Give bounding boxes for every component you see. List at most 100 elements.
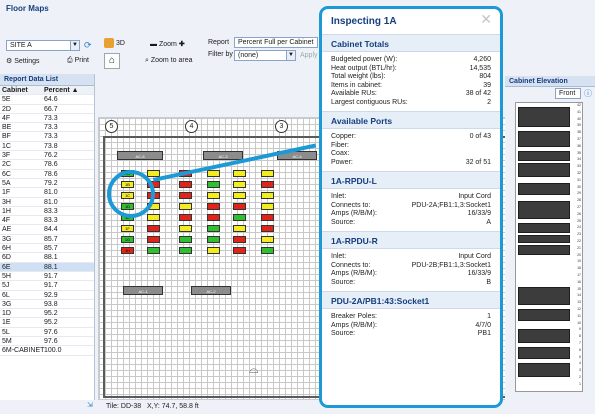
rack-cabinet[interactable] xyxy=(233,170,246,177)
report-select[interactable]: Percent Full per Cabinet xyxy=(234,37,318,48)
info-icon[interactable]: ⓘ xyxy=(584,88,592,99)
ac-unit[interactable]: AC-2 xyxy=(191,286,231,295)
cabinet-elevation[interactable]: 42 41 40 39 38 37 36 35 34 33 32 31 30 29 28 27 26 25 24 23… xyxy=(515,102,583,392)
table-row[interactable]: 6C 78.6 xyxy=(0,170,94,179)
rack-cabinet[interactable]: 1F xyxy=(121,225,134,232)
rack-cabinet[interactable] xyxy=(207,225,220,232)
table-row[interactable]: 3G 85.7 xyxy=(0,235,94,245)
table-row[interactable]: 1D 95.2 xyxy=(0,309,94,319)
rack-unit[interactable] xyxy=(518,107,570,127)
rack-cabinet[interactable] xyxy=(179,214,192,221)
rack-cabinet[interactable] xyxy=(179,247,192,254)
table-row[interactable]: 5A 79.2 xyxy=(0,179,94,189)
table-row[interactable]: 6H 85.7 xyxy=(0,244,94,254)
rack-cabinet[interactable] xyxy=(147,247,160,254)
rack-cabinet[interactable]: 1H xyxy=(121,247,134,254)
rack-unit[interactable] xyxy=(518,163,570,177)
rack-cabinet[interactable] xyxy=(261,203,274,210)
rack-cabinet[interactable] xyxy=(261,236,274,243)
col-cabinet[interactable]: Cabinet xyxy=(2,86,44,94)
table-row[interactable]: 5L 97.6 xyxy=(0,328,94,338)
apply-button[interactable]: Apply xyxy=(300,52,318,59)
rack-cabinet[interactable] xyxy=(233,181,246,188)
rack-cabinet[interactable] xyxy=(233,236,246,243)
rack-cabinet[interactable] xyxy=(179,236,192,243)
rack-unit[interactable] xyxy=(518,223,570,233)
rack-cabinet[interactable] xyxy=(179,181,192,188)
rack-cabinet[interactable] xyxy=(207,192,220,199)
rack-cabinet[interactable] xyxy=(207,203,220,210)
rack-unit[interactable] xyxy=(518,329,570,343)
rack-cabinet[interactable] xyxy=(261,214,274,221)
rack-unit[interactable] xyxy=(518,183,570,195)
rack-cabinet[interactable] xyxy=(147,214,160,221)
table-row[interactable]: 5E 64.6 xyxy=(0,95,94,105)
rack-unit[interactable] xyxy=(518,309,570,321)
print-button[interactable]: ⎙ Print xyxy=(67,57,89,65)
rack-cabinet[interactable] xyxy=(207,236,220,243)
rack-cabinet[interactable] xyxy=(179,203,192,210)
rack-cabinet[interactable] xyxy=(233,214,246,221)
close-icon[interactable]: ✕ xyxy=(480,11,492,28)
table-row[interactable]: 3H 81.0 xyxy=(0,198,94,207)
rack-unit[interactable] xyxy=(518,245,570,255)
rack-cabinet[interactable] xyxy=(207,181,220,188)
home-icon[interactable]: ⌂ xyxy=(104,53,120,69)
rack-cabinet[interactable] xyxy=(233,247,246,254)
rack-cabinet[interactable] xyxy=(233,203,246,210)
site-select[interactable]: SITE A ▼ xyxy=(6,40,80,51)
table-row[interactable]: 6E 88.1 xyxy=(0,262,94,272)
rack-unit[interactable] xyxy=(518,151,570,161)
rack-cabinet[interactable] xyxy=(179,192,192,199)
table-row[interactable]: 1C 73.8 xyxy=(0,142,94,152)
table-row[interactable]: 5J 91.7 xyxy=(0,281,94,291)
table-row[interactable]: 1F 81.0 xyxy=(0,188,94,198)
ac-unit[interactable]: AC-1 xyxy=(123,286,163,295)
table-row[interactable]: 3G 93.8 xyxy=(0,300,94,310)
zoom-in-icon[interactable]: ✚ xyxy=(179,41,185,48)
elevation-view-select[interactable]: Front xyxy=(555,88,581,99)
zoom-out-icon[interactable]: ▬ xyxy=(150,41,157,48)
rack-cabinet[interactable] xyxy=(179,225,192,232)
rack-cabinet[interactable]: 1G xyxy=(121,236,134,243)
rack-unit[interactable] xyxy=(518,287,570,305)
table-row[interactable]: 6M-CABINET100.0 xyxy=(0,346,94,356)
table-row[interactable]: 3F 76.2 xyxy=(0,151,94,161)
rack-cabinet[interactable] xyxy=(261,247,274,254)
table-row[interactable]: 6D 88.1 xyxy=(0,253,94,263)
table-row[interactable]: 6L 92.9 xyxy=(0,291,94,300)
rack-unit[interactable] xyxy=(518,131,570,147)
table-row[interactable]: 4F 83.3 xyxy=(0,216,94,226)
col-percent[interactable]: Percent ▲ xyxy=(44,86,79,94)
rack-cabinet[interactable] xyxy=(261,225,274,232)
table-row[interactable]: AE 84.4 xyxy=(0,225,94,235)
rack-cabinet[interactable] xyxy=(207,214,220,221)
view-3d-button[interactable]: 3D xyxy=(104,38,125,48)
rack-cabinet[interactable] xyxy=(233,225,246,232)
table-row[interactable]: 2C 78.6 xyxy=(0,160,94,170)
rack-cabinet[interactable] xyxy=(147,225,160,232)
rack-cabinet[interactable] xyxy=(207,170,220,177)
rack-cabinet[interactable] xyxy=(261,192,274,199)
ac-unit[interactable]: AC-3 xyxy=(203,151,243,160)
refresh-icon[interactable]: ⟳ xyxy=(84,40,92,51)
rack-unit[interactable] xyxy=(518,235,570,243)
rack-cabinet[interactable] xyxy=(261,181,274,188)
settings-button[interactable]: ⚙ Settings xyxy=(6,57,40,65)
rack-cabinet[interactable] xyxy=(207,247,220,254)
rack-cabinet[interactable] xyxy=(147,236,160,243)
table-row[interactable]: BF 73.3 xyxy=(0,132,94,142)
rack-unit[interactable] xyxy=(518,201,570,219)
table-row[interactable]: 2D 66.7 xyxy=(0,105,94,114)
table-row[interactable]: 5H 91.7 xyxy=(0,272,94,282)
rack-unit[interactable] xyxy=(518,363,570,377)
ac-unit[interactable]: AC-5 xyxy=(117,151,163,160)
table-row[interactable]: 1H 83.3 xyxy=(0,207,94,217)
table-row[interactable]: 4F 73.3 xyxy=(0,114,94,124)
filter-select[interactable]: (none) ▼ xyxy=(234,50,296,61)
rack-cabinet[interactable] xyxy=(261,170,274,177)
zoom-control[interactable]: ▬ Zoom ✚ xyxy=(150,40,185,48)
table-row[interactable]: 1E 95.2 xyxy=(0,318,94,328)
rack-unit[interactable] xyxy=(518,347,570,359)
zoom-area-button[interactable]: ⌕ Zoom to area xyxy=(145,57,193,65)
